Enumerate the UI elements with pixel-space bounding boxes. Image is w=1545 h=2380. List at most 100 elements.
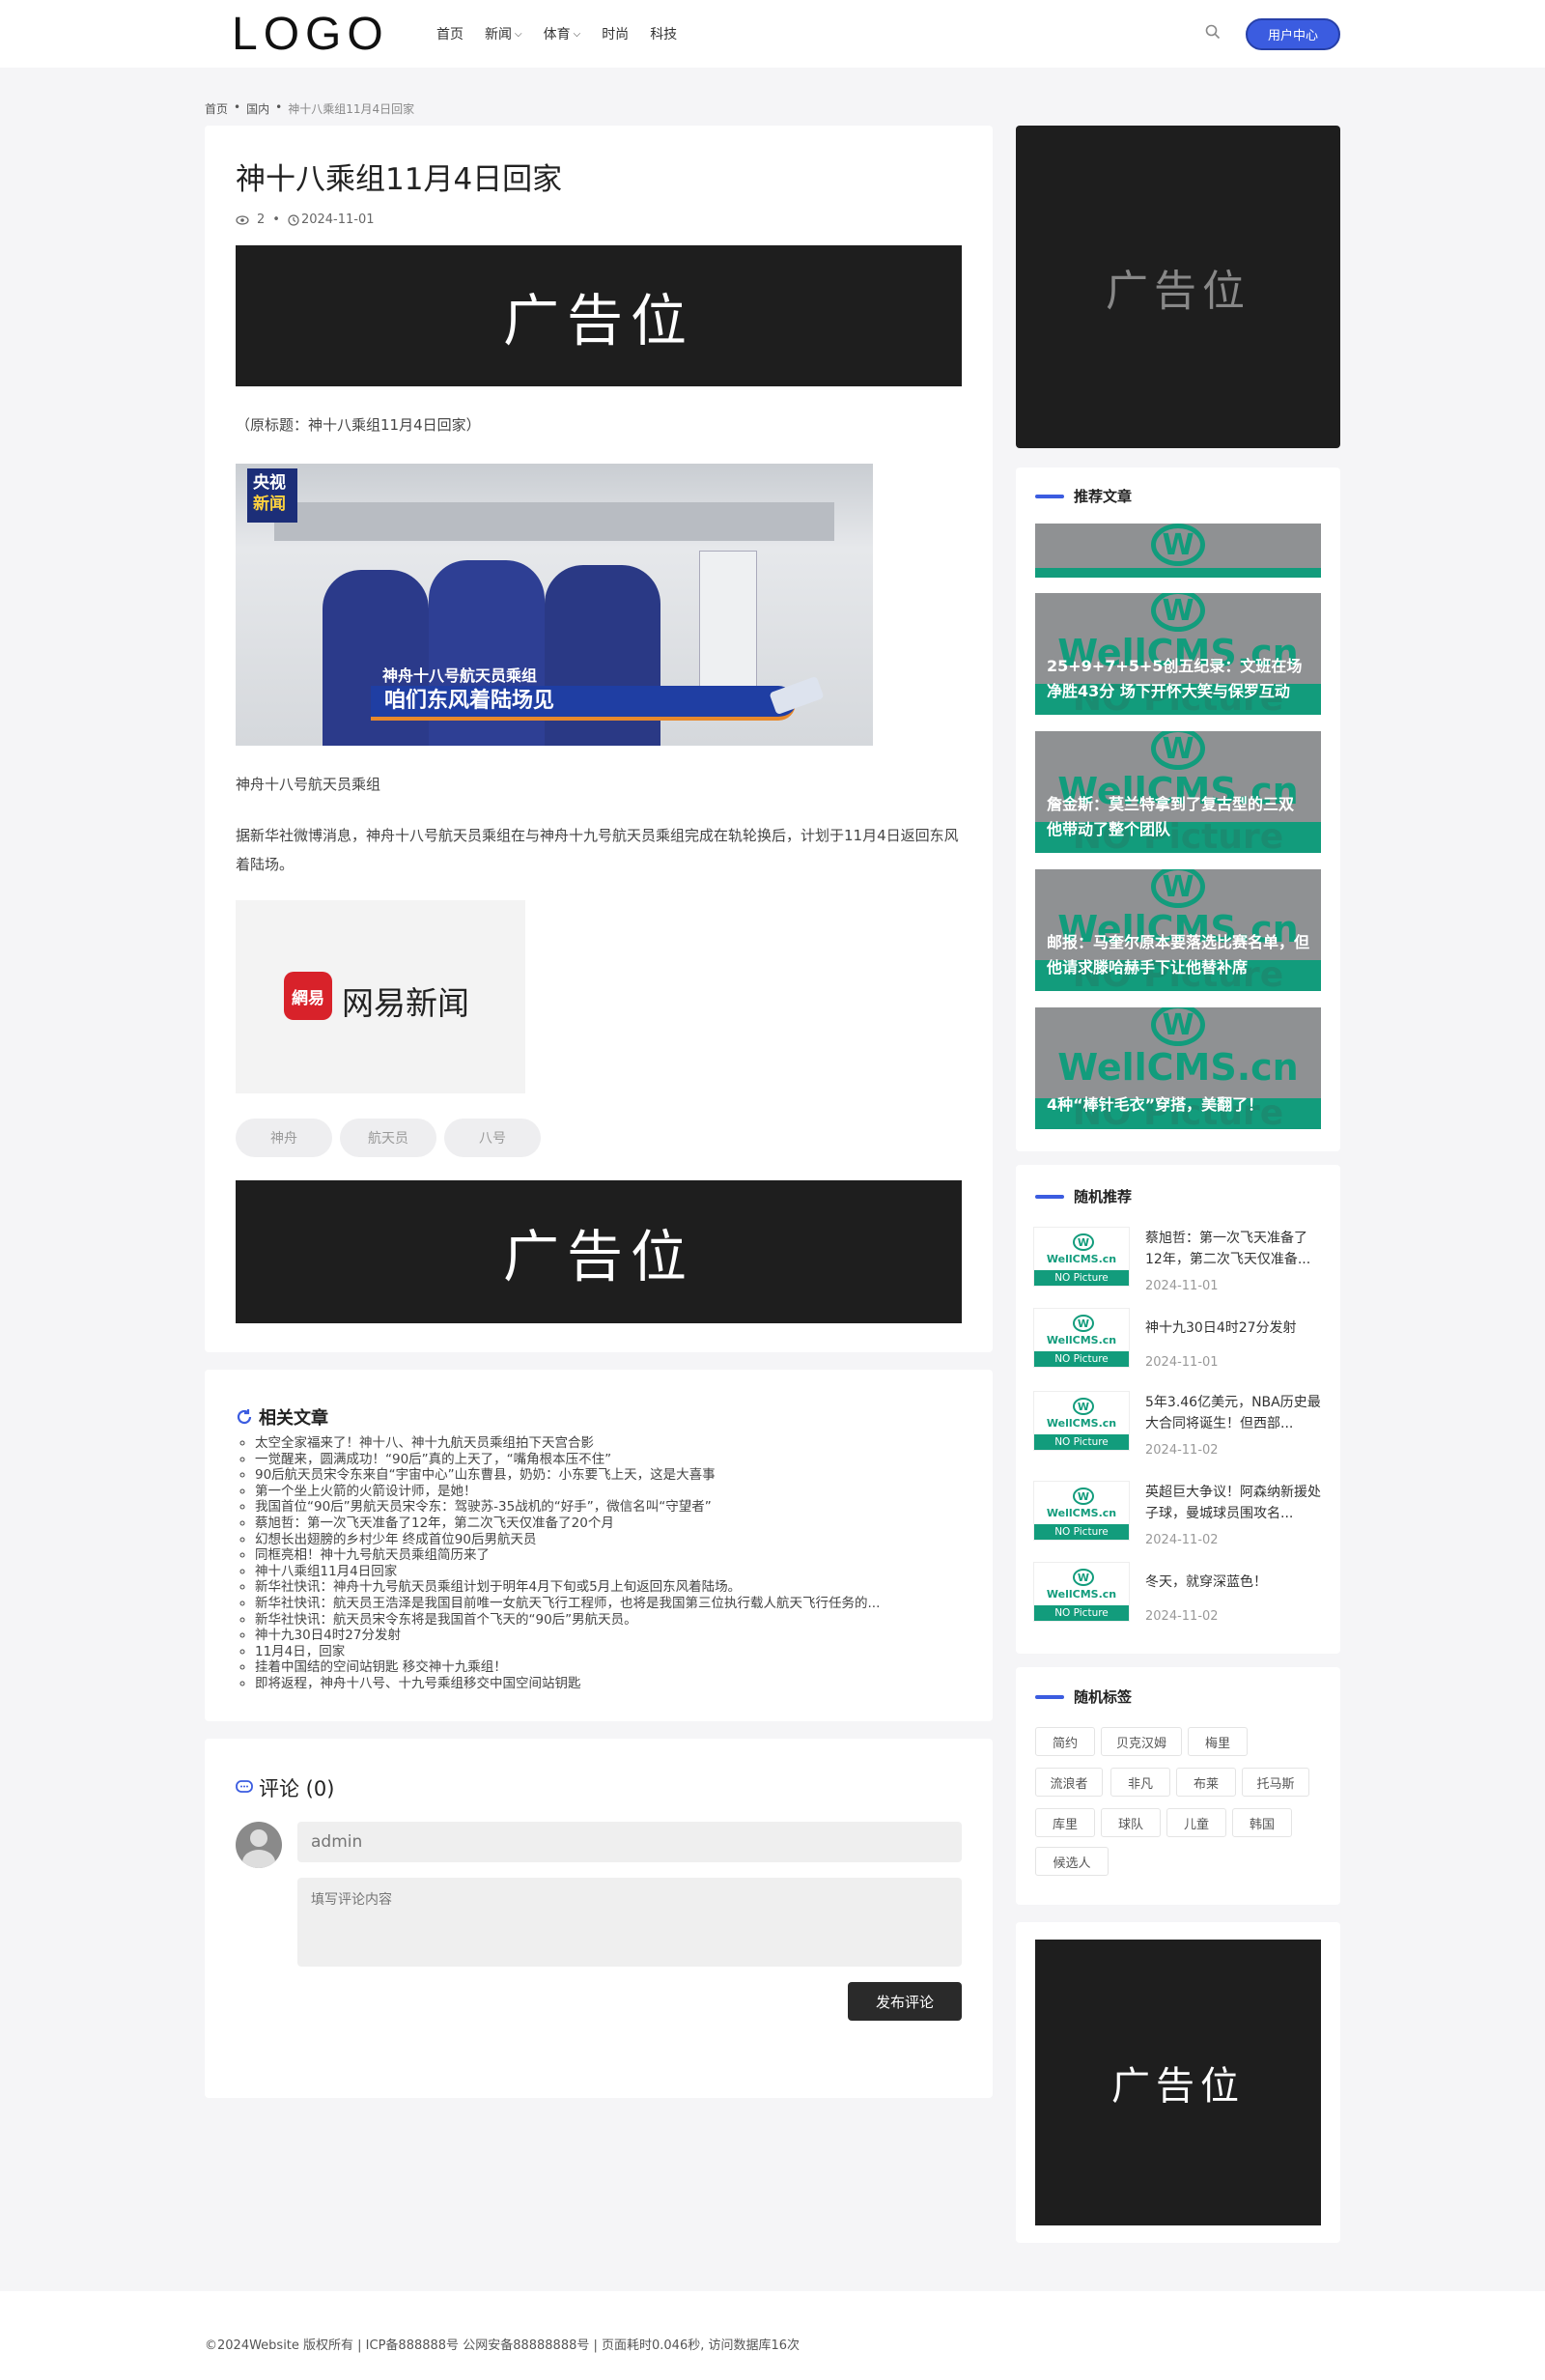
wellcms-w-icon: W [1151, 869, 1205, 908]
article-meta: 2 • 2024-11-01 [236, 212, 375, 227]
breadcrumb-domestic[interactable]: 国内 [246, 100, 269, 117]
netease-name: 网易新闻 [342, 984, 469, 1022]
random-item-date: 2024-11-02 [1145, 1443, 1219, 1458]
recommended-item[interactable]: W WellCMS.cn NO Picture 詹金斯：莫兰特拿到了复古型的三双… [1035, 731, 1321, 853]
sidebar-tag[interactable]: 梅里 [1188, 1727, 1248, 1756]
user-center-button[interactable]: 用户中心 [1246, 18, 1340, 50]
original-title: （原标题：神十八乘组11月4日回家） [236, 416, 481, 434]
related-item[interactable]: 神十八乘组11月4日回家 [255, 1564, 880, 1580]
comment-name-input[interactable] [297, 1822, 962, 1862]
related-item[interactable]: 第一个坐上火箭的火箭设计师，是她！ [255, 1484, 880, 1500]
wellcms-w-icon: W [1151, 524, 1205, 566]
nav-item-sports[interactable]: 体育 ⌵ [544, 24, 581, 43]
related-title: 相关文章 [236, 1404, 328, 1430]
related-item[interactable]: 一觉醒来，圆满成功！“90后”真的上天了，“嘴角根本压不住” [255, 1452, 880, 1468]
comments-title: 评论 (0) [236, 1773, 334, 1802]
breadcrumb-home[interactable]: 首页 [205, 100, 228, 117]
satellite-icon [769, 675, 825, 716]
related-item[interactable]: 新华社快讯：航天员宋令东将是我国首个飞天的“90后”男航天员。 [255, 1612, 880, 1629]
random-item-title[interactable]: 5年3.46亿美元，NBA历史最大合同将诞生！但西部... [1145, 1392, 1321, 1434]
view-count: 2 [257, 212, 266, 227]
recommended-item[interactable]: W WellCMS.cn NO Picture 4种“棒针毛衣”穿搭，美翻了！ [1035, 1007, 1321, 1129]
image-caption-small: 神舟十八号航天员乘组 [382, 666, 538, 685]
publish-date: 2024-11-01 [300, 212, 375, 227]
wellcms-w-icon: W [1151, 593, 1205, 632]
random-item-date: 2024-11-01 [1145, 1355, 1219, 1370]
random-item-date: 2024-11-02 [1145, 1609, 1219, 1624]
sidebar-tag[interactable]: 库里 [1035, 1808, 1095, 1837]
related-item[interactable]: 挂着中国结的空间站钥匙 移交神十九乘组！ [255, 1659, 880, 1676]
search-icon[interactable] [1204, 23, 1222, 41]
wellcms-w-icon: W [1151, 1007, 1205, 1046]
submit-comment-button[interactable]: 发布评论 [848, 1982, 962, 2021]
random-item-title[interactable]: 英超巨大争议！阿森纳新援处子球，曼城球员围攻名... [1145, 1482, 1321, 1524]
nav-item-fashion[interactable]: 时尚 [602, 24, 629, 43]
sidebar-tag[interactable]: 布莱 [1176, 1768, 1236, 1797]
sidebar-tag[interactable]: 儿童 [1166, 1808, 1226, 1837]
article-tag[interactable]: 八号 [444, 1119, 541, 1157]
related-item[interactable]: 神十九30日4时27分发射 [255, 1628, 880, 1644]
section-marker [1035, 1194, 1064, 1199]
random-thumb[interactable]: W WellCMS.cn NO Picture [1033, 1481, 1130, 1541]
sidebar-tag[interactable]: 简约 [1035, 1727, 1095, 1756]
related-item[interactable]: 幻想长出翅膀的乡村少年 终成首位90后男航天员 [255, 1532, 880, 1548]
sidebar-tag[interactable]: 球队 [1101, 1808, 1161, 1837]
related-item[interactable]: 11月4日，回家 [255, 1644, 880, 1660]
related-item[interactable]: 蔡旭哲：第一次飞天准备了12年，第二次飞天仅准备了20个月 [255, 1516, 880, 1532]
image-caption: 神舟十八号航天员乘组 [236, 776, 381, 793]
netease-logo-card: 網易 网易新闻 [236, 900, 525, 1093]
random-item-title[interactable]: 蔡旭哲：第一次飞天准备了12年，第二次飞天仅准备... [1145, 1228, 1321, 1270]
related-item[interactable]: 我国首位“90后”男航天员宋令东：驾驶苏-35战机的“好手”，微信名叫“守望者” [255, 1499, 880, 1516]
main-nav: 首页 新闻 ⌵ 体育 ⌵ 时尚 科技 [436, 24, 677, 43]
sidebar-ad-bottom[interactable]: 广告位 [1035, 1940, 1321, 2225]
wellcms-w-icon: W [1151, 731, 1205, 770]
related-item[interactable]: 新华社快讯：神舟十九号航天员乘组计划于明年4月下旬或5月上旬返回东风着陆场。 [255, 1579, 880, 1596]
random-title: 随机推荐 [1035, 1186, 1132, 1206]
article-paragraph: 据新华社微博消息，神舟十八号航天员乘组在与神舟十九号航天员乘组完成在轨轮换后，计… [236, 827, 959, 873]
top-navbar: LOGO 首页 新闻 ⌵ 体育 ⌵ 时尚 科技 用户中心 [0, 0, 1545, 68]
random-item-date: 2024-11-01 [1145, 1279, 1219, 1293]
related-item[interactable]: 即将返程，神舟十八号、十九号乘组移交中国空间站钥匙 [255, 1676, 880, 1692]
random-thumb[interactable]: W WellCMS.cn NO Picture [1033, 1227, 1130, 1287]
site-logo[interactable]: LOGO [232, 8, 389, 61]
article-tag[interactable]: 航天员 [340, 1119, 436, 1157]
related-item[interactable]: 太空全家福来了！神十八、神十九航天员乘组拍下天宫合影 [255, 1435, 880, 1452]
avatar [236, 1822, 282, 1868]
related-list: 太空全家福来了！神十八、神十九航天员乘组拍下天宫合影 一觉醒来，圆满成功！“90… [253, 1435, 880, 1692]
related-item[interactable]: 新华社快讯：航天员王浩泽是我国目前唯一女航天飞行工程师，也将是我国第三位执行载人… [255, 1596, 880, 1612]
recommended-item[interactable]: W WellCMS.cn NO Picture 邮报：马奎尔原本要落选比赛名单，… [1035, 869, 1321, 991]
random-thumb[interactable]: W WellCMS.cn NO Picture [1033, 1391, 1130, 1451]
recommended-item[interactable]: W WellCMS.cn NO Picture 25+9+7+5+5创五纪录：文… [1035, 593, 1321, 715]
recommended-item[interactable]: W [1035, 524, 1321, 578]
article-image: 央视 新闻 神舟十八号航天员乘组 咱们东风着陆场见 [236, 464, 873, 746]
random-item-date: 2024-11-02 [1145, 1533, 1219, 1547]
netease-icon: 網易 [284, 972, 332, 1020]
sidebar-tag[interactable]: 韩国 [1232, 1808, 1292, 1837]
chevron-down-icon: ⌵ [515, 28, 522, 40]
page-title: 神十八乘组11月4日回家 [236, 162, 563, 197]
random-thumb[interactable]: W WellCMS.cn NO Picture [1033, 1562, 1130, 1622]
comment-content-textarea[interactable] [297, 1878, 962, 1967]
sidebar-tag[interactable]: 流浪者 [1035, 1768, 1103, 1797]
sidebar-tag[interactable]: 候选人 [1035, 1847, 1109, 1876]
nav-item-home[interactable]: 首页 [436, 24, 464, 43]
sidebar-tag[interactable]: 非凡 [1110, 1768, 1170, 1797]
random-item-title[interactable]: 冬天，就穿深蓝色！ [1145, 1572, 1321, 1593]
chevron-down-icon: ⌵ [573, 28, 581, 40]
random-item-title[interactable]: 神十九30日4时27分发射 [1145, 1318, 1321, 1339]
ad-banner-top[interactable]: 广告位 [236, 245, 962, 386]
image-caption-bar: 咱们东风着陆场见 [371, 686, 796, 721]
sidebar-ad-top[interactable]: 广告位 [1016, 126, 1340, 448]
clock-icon [288, 213, 299, 226]
related-item[interactable]: 同框亮相！神十九号航天员乘组简历来了 [255, 1547, 880, 1564]
ad-banner-bottom[interactable]: 广告位 [236, 1180, 962, 1323]
related-item[interactable]: 90后航天员宋令东来自“宇宙中心”山东曹县，奶奶：小东要飞上天，这是大喜事 [255, 1467, 880, 1484]
sidebar-tag[interactable]: 托马斯 [1242, 1768, 1309, 1797]
nav-item-news[interactable]: 新闻 ⌵ [485, 24, 522, 43]
article-tag[interactable]: 神舟 [236, 1119, 332, 1157]
random-thumb[interactable]: W WellCMS.cn NO Picture [1033, 1308, 1130, 1368]
footer-text: ©2024Website 版权所有 | ICP备888888号 公网安备8888… [205, 2338, 801, 2353]
sidebar-tag[interactable]: 贝克汉姆 [1101, 1727, 1182, 1756]
section-marker [1035, 1694, 1064, 1699]
nav-item-tech[interactable]: 科技 [650, 24, 677, 43]
